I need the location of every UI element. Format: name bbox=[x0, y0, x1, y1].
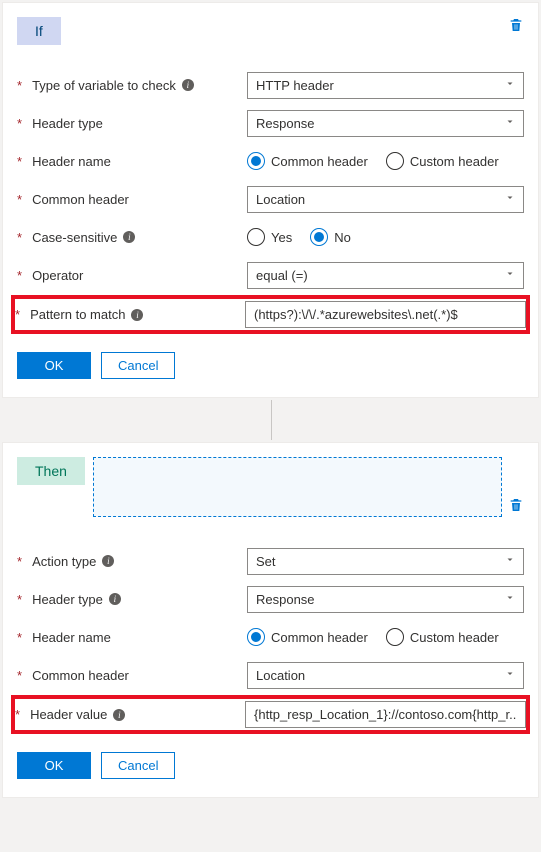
select-action-type[interactable]: Set bbox=[247, 548, 524, 575]
radio-common-header-if[interactable]: Common header bbox=[247, 152, 368, 170]
radio-custom-header-then[interactable]: Custom header bbox=[386, 628, 499, 646]
label-pattern: Pattern to match bbox=[30, 307, 125, 322]
select-common-header-if[interactable]: Location bbox=[247, 186, 524, 213]
radio-case-no[interactable]: No bbox=[310, 228, 351, 246]
info-icon[interactable]: i bbox=[123, 231, 135, 243]
label-common-header-then: Common header bbox=[32, 668, 129, 683]
row-header-value: *Header valuei bbox=[13, 697, 528, 732]
then-tag: Then bbox=[17, 457, 85, 485]
input-header-value[interactable] bbox=[245, 701, 526, 728]
row-pattern-to-match: *Pattern to matchi bbox=[13, 297, 528, 332]
row-header-name-if: *Header name Common header Custom header bbox=[17, 145, 524, 177]
row-common-header-if: *Common header Location bbox=[17, 183, 524, 215]
if-card: If *Type of variable to checki HTTP head… bbox=[2, 2, 539, 398]
connector-line bbox=[0, 400, 541, 440]
radio-custom-header-if[interactable]: Custom header bbox=[386, 152, 499, 170]
delete-if-button[interactable] bbox=[508, 17, 524, 36]
label-common-header-if: Common header bbox=[32, 192, 129, 207]
row-type-of-variable: *Type of variable to checki HTTP header bbox=[17, 69, 524, 101]
row-header-type-if: *Header type Response bbox=[17, 107, 524, 139]
then-card: Then *Action typei Set *Header typei Res… bbox=[2, 442, 539, 798]
radio-case-yes[interactable]: Yes bbox=[247, 228, 292, 246]
radio-common-header-then[interactable]: Common header bbox=[247, 628, 368, 646]
ok-button-then[interactable]: OK bbox=[17, 752, 91, 779]
info-icon[interactable]: i bbox=[131, 309, 143, 321]
row-header-name-then: *Header name Common header Custom header bbox=[17, 621, 524, 653]
row-common-header-then: *Common header Location bbox=[17, 659, 524, 691]
input-pattern[interactable] bbox=[245, 301, 526, 328]
info-icon[interactable]: i bbox=[113, 709, 125, 721]
row-case-sensitive: *Case-sensitivei Yes No bbox=[17, 221, 524, 253]
label-header-name-then: Header name bbox=[32, 630, 111, 645]
label-header-value: Header value bbox=[30, 707, 107, 722]
trash-icon bbox=[508, 17, 524, 33]
row-action-type: *Action typei Set bbox=[17, 545, 524, 577]
select-operator[interactable]: equal (=) bbox=[247, 262, 524, 289]
label-header-name-if: Header name bbox=[32, 154, 111, 169]
label-case-sensitive: Case-sensitive bbox=[32, 230, 117, 245]
select-header-type-if[interactable]: Response bbox=[247, 110, 524, 137]
select-type-of-variable[interactable]: HTTP header bbox=[247, 72, 524, 99]
row-header-type-then: *Header typei Response bbox=[17, 583, 524, 615]
info-icon[interactable]: i bbox=[102, 555, 114, 567]
delete-then-button[interactable] bbox=[508, 497, 524, 516]
cancel-button-then[interactable]: Cancel bbox=[101, 752, 175, 779]
if-tag: If bbox=[17, 17, 61, 45]
label-header-type-if: Header type bbox=[32, 116, 103, 131]
label-operator: Operator bbox=[32, 268, 83, 283]
label-action-type: Action type bbox=[32, 554, 96, 569]
ok-button-if[interactable]: OK bbox=[17, 352, 91, 379]
info-icon[interactable]: i bbox=[109, 593, 121, 605]
label-type-of-variable: Type of variable to check bbox=[32, 78, 176, 93]
select-common-header-then[interactable]: Location bbox=[247, 662, 524, 689]
cancel-button-if[interactable]: Cancel bbox=[101, 352, 175, 379]
then-dropzone[interactable] bbox=[93, 457, 502, 517]
row-operator: *Operator equal (=) bbox=[17, 259, 524, 291]
select-header-type-then[interactable]: Response bbox=[247, 586, 524, 613]
label-header-type-then: Header type bbox=[32, 592, 103, 607]
info-icon[interactable]: i bbox=[182, 79, 194, 91]
trash-icon bbox=[508, 497, 524, 513]
